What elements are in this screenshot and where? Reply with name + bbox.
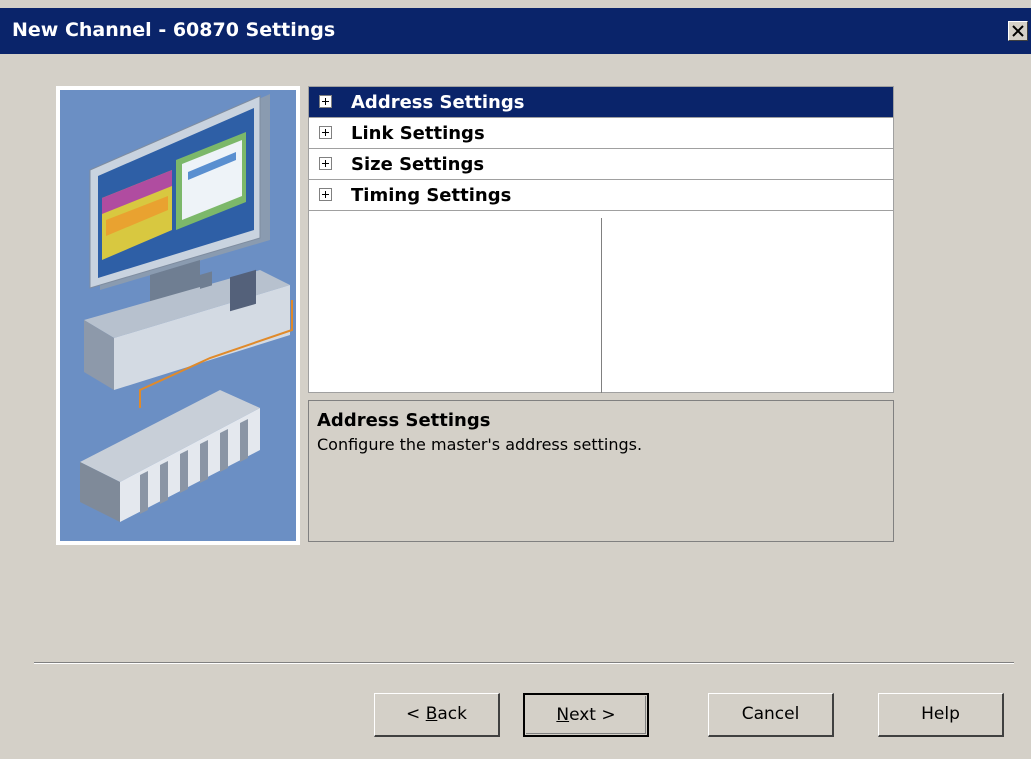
next-label-rest: ext bbox=[569, 705, 596, 725]
help-button[interactable]: Help bbox=[878, 693, 1004, 737]
close-icon bbox=[1012, 25, 1024, 37]
settings-tree: Address Settings Link Settings Size Sett… bbox=[308, 86, 894, 393]
tree-item-label: Link Settings bbox=[351, 123, 485, 144]
illustration-panel bbox=[56, 86, 300, 545]
cancel-label: Cancel bbox=[741, 704, 800, 724]
tree-item-label: Size Settings bbox=[351, 154, 485, 175]
back-arrow: < bbox=[406, 704, 421, 724]
tree-item-timing-settings[interactable]: Timing Settings bbox=[309, 180, 893, 211]
dialog-window: New Channel - 60870 Settings Address Set… bbox=[0, 0, 1031, 759]
computer-plc-illustration bbox=[60, 90, 296, 541]
tree-item-label: Timing Settings bbox=[351, 185, 512, 206]
description-title: Address Settings bbox=[317, 410, 491, 431]
tree-item-link-settings[interactable]: Link Settings bbox=[309, 118, 893, 149]
close-button[interactable] bbox=[1008, 21, 1028, 41]
column-divider[interactable] bbox=[601, 218, 602, 393]
help-label: Help bbox=[921, 704, 960, 724]
back-mnemonic: B bbox=[425, 704, 438, 724]
plus-box-icon[interactable] bbox=[319, 188, 332, 201]
back-button[interactable]: < Back bbox=[374, 693, 500, 737]
cancel-button[interactable]: Cancel bbox=[708, 693, 834, 737]
illustration-graphic bbox=[80, 94, 293, 522]
description-panel: Address Settings Configure the master's … bbox=[308, 400, 894, 542]
next-button[interactable]: Next > bbox=[523, 693, 649, 737]
description-text: Configure the master's address settings. bbox=[317, 435, 643, 454]
title-bar[interactable]: New Channel - 60870 Settings bbox=[0, 8, 1031, 54]
tree-item-size-settings[interactable]: Size Settings bbox=[309, 149, 893, 180]
plus-box-icon[interactable] bbox=[319, 157, 332, 170]
tree-item-address-settings[interactable]: Address Settings bbox=[309, 87, 893, 118]
separator-line bbox=[34, 662, 1014, 664]
back-label-rest: ack bbox=[437, 704, 467, 724]
next-mnemonic: N bbox=[556, 705, 570, 725]
plus-box-icon[interactable] bbox=[319, 95, 332, 108]
plus-box-icon[interactable] bbox=[319, 126, 332, 139]
tree-item-label: Address Settings bbox=[351, 92, 525, 113]
window-title: New Channel - 60870 Settings bbox=[12, 19, 336, 41]
next-arrow: > bbox=[601, 705, 616, 725]
